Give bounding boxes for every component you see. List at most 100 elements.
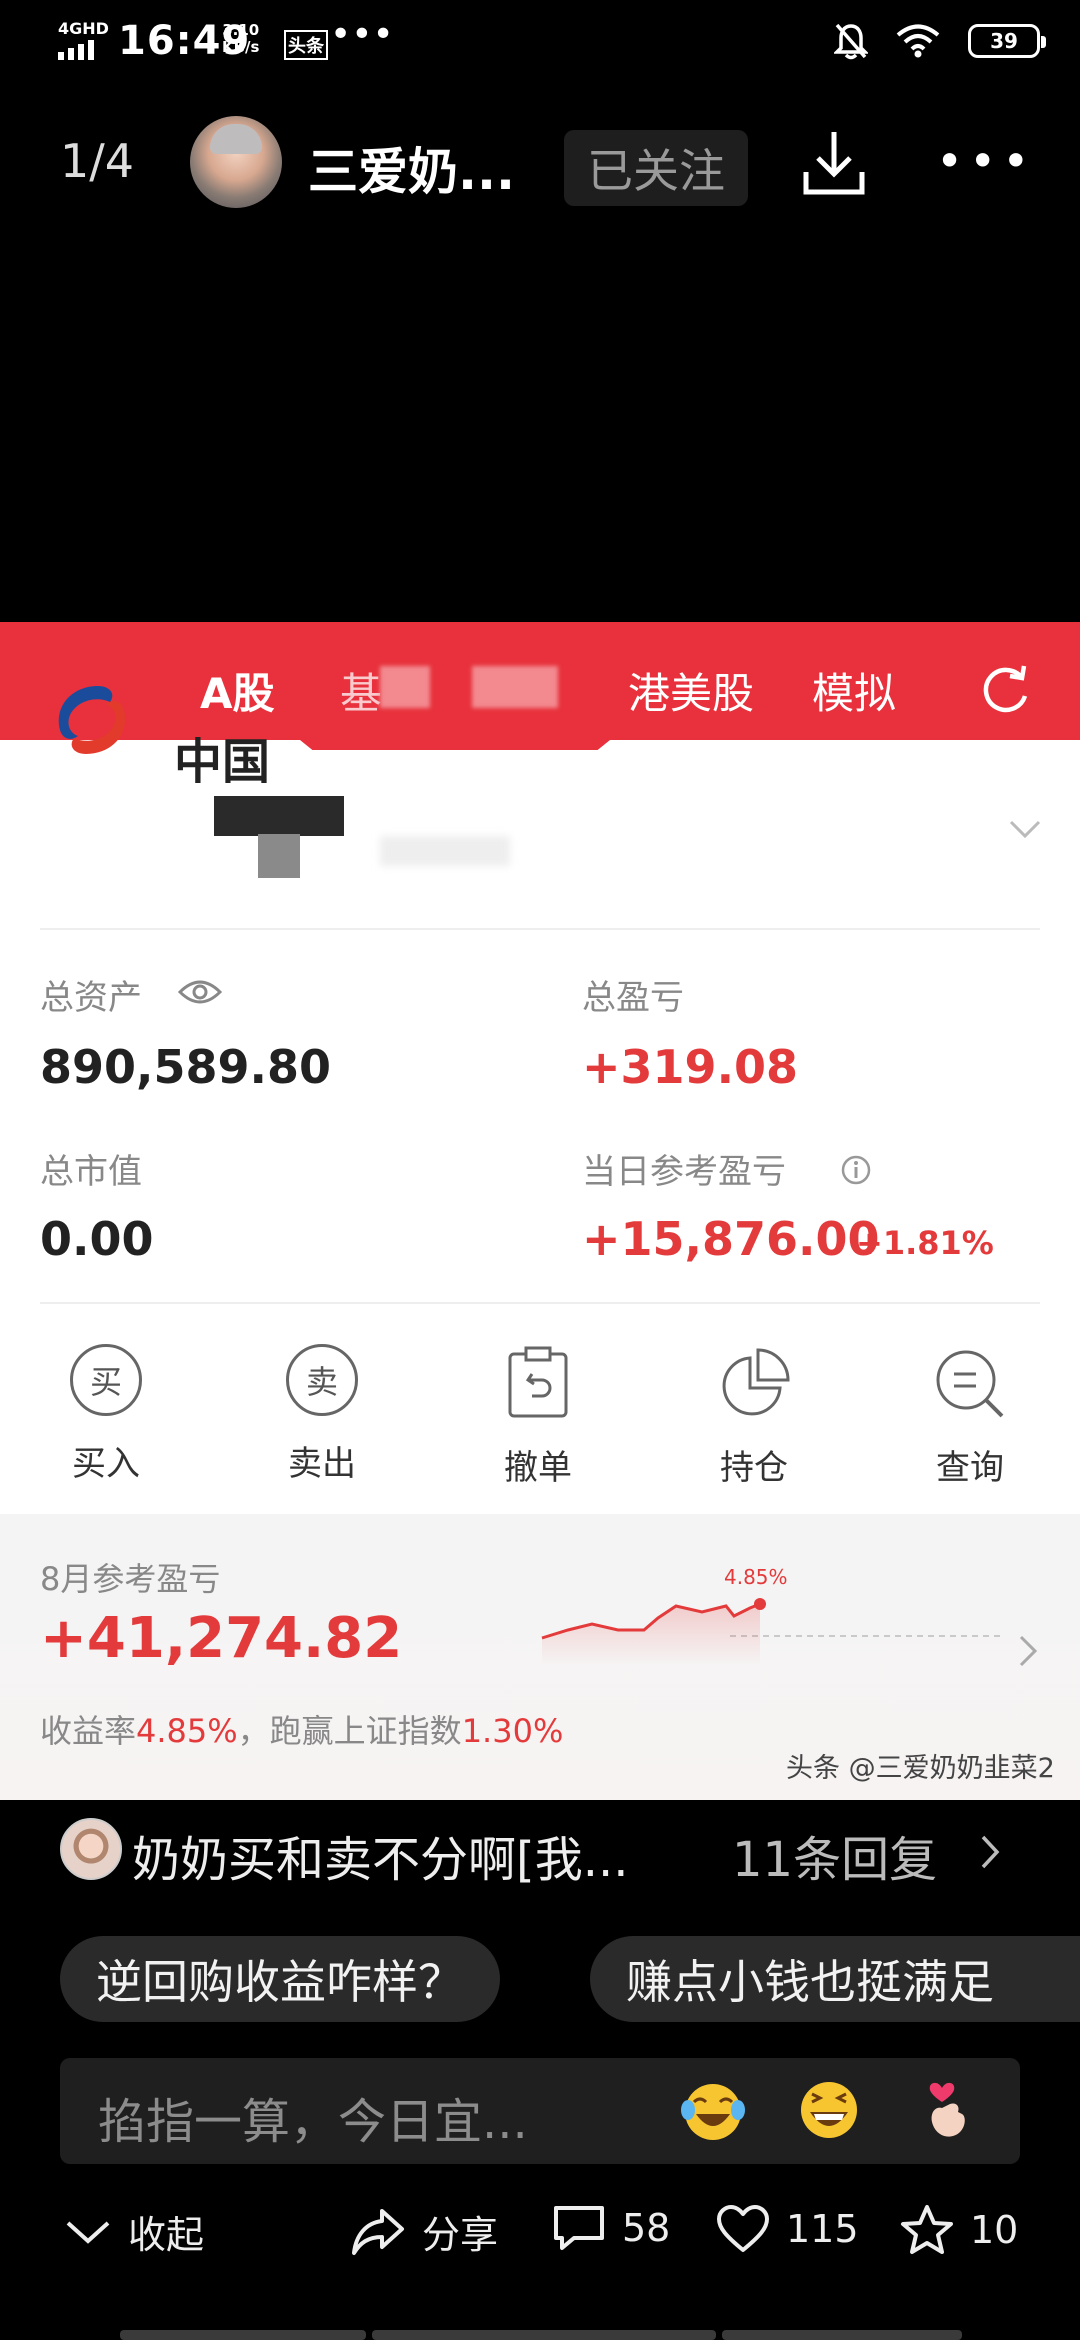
comments-button[interactable]: 58 (552, 2204, 670, 2252)
sell-button[interactable]: 卖 卖出 (262, 1344, 382, 1485)
positions-button[interactable]: 持仓 (694, 1344, 814, 1489)
download-icon[interactable] (796, 124, 872, 204)
reply-count[interactable]: 11条回复 (732, 1820, 937, 1890)
chevron-right-icon (981, 1835, 1000, 1869)
grin-emoji-icon[interactable] (794, 2074, 864, 2144)
mute-bell-icon (834, 23, 868, 60)
redaction (258, 834, 300, 878)
tab-indicator (300, 740, 610, 750)
network-type: 4GHD (58, 19, 109, 38)
chevron-right-icon (1019, 1635, 1038, 1667)
search-icon (936, 1350, 1004, 1418)
battery-icon: 39 (968, 24, 1046, 58)
page-progress-bar (372, 2330, 716, 2340)
share-icon (352, 2208, 404, 2255)
page-progress-bar (120, 2330, 366, 2340)
sparkline-end-label: 4.85% (724, 1565, 788, 1589)
bank-logo (58, 686, 126, 754)
redaction (214, 796, 344, 836)
buy-button[interactable]: 买 买入 (46, 1344, 166, 1485)
redacted-tab (380, 666, 430, 708)
viewer-top-bar: 1/4 三爱奶... 已关注 ••• (0, 110, 1080, 210)
like-button[interactable]: 115 (716, 2204, 859, 2254)
query-label: 查询 (936, 1448, 1004, 1488)
speed-unit: KB/s (222, 38, 260, 56)
daily-pnl-label: 当日参考盈亏 (582, 1152, 786, 1192)
daily-pnl-percent: +1.81% (856, 1224, 994, 1262)
compare-value: 1.30% (461, 1712, 564, 1750)
total-pnl-label: 总盈亏 (582, 978, 684, 1018)
comment-input[interactable]: 掐指一算，今日宜... (60, 2058, 1020, 2164)
status-bar: 4GHD 16:49 3.10 KB/s 头条 ••• 39 (0, 0, 1080, 84)
monthly-pnl-label: 8月参考盈亏 (40, 1560, 221, 1598)
like-count: 115 (786, 2207, 859, 2251)
total-assets-label: 总资产 (40, 978, 142, 1018)
finger-heart-emoji-icon[interactable] (912, 2074, 982, 2144)
network-speed: 3.10 KB/s (222, 22, 259, 56)
star-icon (901, 2205, 953, 2254)
page-indicator: 1/4 (60, 134, 135, 188)
trading-app-screenshot[interactable]: A股 基 港美股 模拟 中国 总资产 890,589.80 总盈亏 +319.0… (0, 622, 1080, 1800)
return-value: 4.85% (136, 1712, 238, 1750)
total-assets-value: 890,589.80 (40, 1040, 332, 1094)
return-label: 收益率 (40, 1712, 137, 1750)
refresh-icon (983, 665, 1028, 713)
monthly-pnl-sparkline: 4.85% (541, 1565, 1000, 1664)
more-options-icon[interactable]: ••• (936, 138, 1035, 184)
market-value-label: 总市值 (40, 1152, 142, 1192)
compare-label: ，跑赢上证指数 (237, 1712, 462, 1750)
author-avatar[interactable] (190, 116, 282, 208)
collapse-label: 收起 (128, 2213, 205, 2257)
sell-label: 卖出 (288, 1444, 356, 1484)
toutiao-badge-icon: 头条 (284, 30, 328, 60)
cancel-order-button[interactable]: 撤单 (478, 1344, 598, 1489)
comment-placeholder: 掐指一算，今日宜... (98, 2094, 528, 2150)
follow-button[interactable]: 已关注 (564, 130, 748, 206)
heart-icon (717, 2205, 769, 2252)
info-icon[interactable] (840, 1154, 872, 1186)
share-label: 分享 (422, 2213, 499, 2257)
signal-icon (58, 40, 94, 60)
commenter-avatar (60, 1818, 122, 1880)
eye-icon[interactable] (178, 978, 222, 1006)
wifi-icon (896, 24, 940, 58)
monthly-pnl-value: +41,274.82 (40, 1606, 403, 1671)
sparkline-area (542, 1604, 760, 1664)
watermark: 头条 @三爱奶奶韭菜2 (786, 1753, 1055, 1784)
market-tabs: A股 基 港美股 模拟 (0, 622, 1080, 740)
collapse-button[interactable]: 收起 (64, 2204, 204, 2259)
favorite-button[interactable]: 10 (900, 2204, 1018, 2256)
buy-icon: 买 (70, 1344, 142, 1416)
daily-pnl-value: +15,876.00 (582, 1212, 880, 1266)
divider (40, 1302, 1040, 1304)
suggested-comment-chip[interactable]: 逆回购收益咋样？ (60, 1936, 500, 2022)
buy-label: 买入 (72, 1444, 140, 1484)
pie-chart-icon (722, 1348, 790, 1416)
battery-level: 39 (990, 29, 1018, 53)
page-progress-bar (722, 2330, 962, 2340)
monthly-return-text: 收益率4.85%，跑赢上证指数1.30% (40, 1706, 563, 1752)
monthly-pnl-panel[interactable]: 8月参考盈亏 +41,274.82 收益率4.85%，跑赢上证指数1.30% 4… (0, 1514, 1080, 1800)
chevron-down-icon[interactable] (1008, 818, 1042, 840)
tab-simulated: 模拟 (812, 669, 897, 718)
sparkline-end-dot (754, 1598, 766, 1610)
author-name[interactable]: 三爱奶... (308, 132, 518, 204)
suggested-comment-chip[interactable]: 赚点小钱也挺满足 (590, 1936, 1080, 2022)
cancel-order-icon (508, 1346, 568, 1418)
tab-a-shares: A股 (200, 669, 275, 718)
speed-value: 3.10 (222, 21, 260, 39)
account-name: 中国 (174, 734, 271, 790)
comment-text: 奶奶买和卖不分啊[我... (132, 1832, 629, 1888)
redacted-tab (472, 666, 558, 708)
share-button[interactable]: 分享 (350, 2204, 498, 2259)
status-more-icon: ••• (330, 14, 394, 55)
market-value-value: 0.00 (40, 1212, 154, 1266)
query-button[interactable]: 查询 (910, 1344, 1030, 1489)
favorite-count: 10 (970, 2208, 1019, 2252)
tab-funds: 基 (340, 669, 383, 718)
sell-icon: 卖 (286, 1344, 358, 1416)
tab-hk-us-stocks: 港美股 (628, 669, 755, 718)
laugh-cry-emoji-icon[interactable] (678, 2074, 748, 2144)
top-comment-preview[interactable]: 奶奶买和卖不分啊[我... 11条回复 (0, 1812, 1080, 1892)
cancel-order-label: 撤单 (504, 1448, 572, 1488)
